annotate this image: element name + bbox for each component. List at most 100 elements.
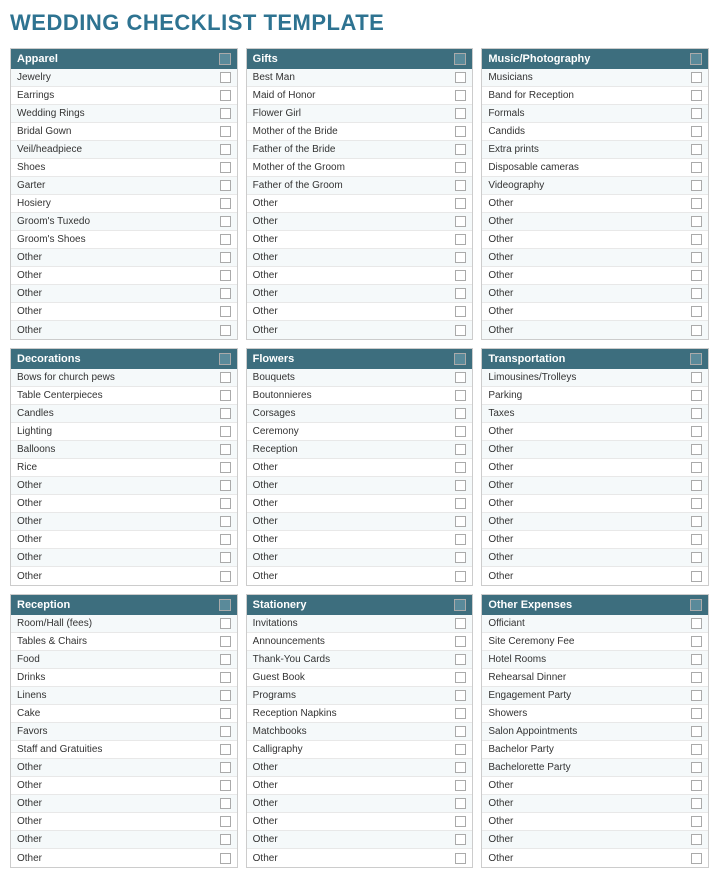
row-checkbox[interactable] — [455, 325, 466, 336]
row-checkbox[interactable] — [220, 816, 231, 827]
row-checkbox[interactable] — [455, 162, 466, 173]
row-checkbox[interactable] — [691, 72, 702, 83]
row-checkbox[interactable] — [220, 762, 231, 773]
row-checkbox[interactable] — [455, 744, 466, 755]
row-checkbox[interactable] — [691, 306, 702, 317]
row-checkbox[interactable] — [691, 853, 702, 864]
row-checkbox[interactable] — [691, 480, 702, 491]
row-checkbox[interactable] — [691, 654, 702, 665]
row-checkbox[interactable] — [455, 853, 466, 864]
row-checkbox[interactable] — [455, 144, 466, 155]
row-checkbox[interactable] — [220, 426, 231, 437]
row-checkbox[interactable] — [220, 798, 231, 809]
row-checkbox[interactable] — [455, 780, 466, 791]
row-checkbox[interactable] — [220, 108, 231, 119]
row-checkbox[interactable] — [220, 516, 231, 527]
row-checkbox[interactable] — [691, 234, 702, 245]
row-checkbox[interactable] — [691, 672, 702, 683]
section-checkbox-header-gifts[interactable] — [454, 53, 466, 65]
row-checkbox[interactable] — [220, 552, 231, 563]
row-checkbox[interactable] — [691, 426, 702, 437]
row-checkbox[interactable] — [220, 90, 231, 101]
row-checkbox[interactable] — [691, 408, 702, 419]
row-checkbox[interactable] — [455, 462, 466, 473]
row-checkbox[interactable] — [691, 726, 702, 737]
row-checkbox[interactable] — [220, 636, 231, 647]
row-checkbox[interactable] — [220, 654, 231, 665]
row-checkbox[interactable] — [691, 552, 702, 563]
row-checkbox[interactable] — [220, 690, 231, 701]
row-checkbox[interactable] — [220, 288, 231, 299]
row-checkbox[interactable] — [220, 144, 231, 155]
row-checkbox[interactable] — [691, 90, 702, 101]
row-checkbox[interactable] — [220, 198, 231, 209]
row-checkbox[interactable] — [220, 390, 231, 401]
row-checkbox[interactable] — [691, 498, 702, 509]
row-checkbox[interactable] — [220, 72, 231, 83]
row-checkbox[interactable] — [455, 216, 466, 227]
row-checkbox[interactable] — [455, 618, 466, 629]
row-checkbox[interactable] — [691, 834, 702, 845]
row-checkbox[interactable] — [455, 180, 466, 191]
row-checkbox[interactable] — [220, 498, 231, 509]
row-checkbox[interactable] — [691, 390, 702, 401]
row-checkbox[interactable] — [220, 306, 231, 317]
row-checkbox[interactable] — [455, 270, 466, 281]
row-checkbox[interactable] — [220, 672, 231, 683]
row-checkbox[interactable] — [691, 288, 702, 299]
row-checkbox[interactable] — [455, 762, 466, 773]
row-checkbox[interactable] — [220, 571, 231, 582]
row-checkbox[interactable] — [691, 516, 702, 527]
row-checkbox[interactable] — [455, 798, 466, 809]
row-checkbox[interactable] — [691, 798, 702, 809]
row-checkbox[interactable] — [691, 198, 702, 209]
row-checkbox[interactable] — [691, 180, 702, 191]
row-checkbox[interactable] — [691, 690, 702, 701]
row-checkbox[interactable] — [691, 534, 702, 545]
row-checkbox[interactable] — [220, 834, 231, 845]
section-checkbox-header-decorations[interactable] — [219, 353, 231, 365]
row-checkbox[interactable] — [455, 234, 466, 245]
row-checkbox[interactable] — [220, 534, 231, 545]
row-checkbox[interactable] — [455, 444, 466, 455]
section-checkbox-header-stationery[interactable] — [454, 599, 466, 611]
row-checkbox[interactable] — [455, 654, 466, 665]
row-checkbox[interactable] — [220, 480, 231, 491]
row-checkbox[interactable] — [691, 444, 702, 455]
row-checkbox[interactable] — [220, 126, 231, 137]
row-checkbox[interactable] — [220, 180, 231, 191]
section-checkbox-header-other-expenses[interactable] — [690, 599, 702, 611]
row-checkbox[interactable] — [691, 126, 702, 137]
row-checkbox[interactable] — [455, 90, 466, 101]
section-checkbox-header-reception[interactable] — [219, 599, 231, 611]
section-checkbox-header-flowers[interactable] — [454, 353, 466, 365]
section-checkbox-header-music-photography[interactable] — [690, 53, 702, 65]
row-checkbox[interactable] — [220, 618, 231, 629]
row-checkbox[interactable] — [220, 462, 231, 473]
row-checkbox[interactable] — [455, 408, 466, 419]
row-checkbox[interactable] — [220, 726, 231, 737]
row-checkbox[interactable] — [691, 571, 702, 582]
row-checkbox[interactable] — [691, 144, 702, 155]
row-checkbox[interactable] — [691, 816, 702, 827]
row-checkbox[interactable] — [691, 708, 702, 719]
row-checkbox[interactable] — [220, 444, 231, 455]
row-checkbox[interactable] — [220, 252, 231, 263]
row-checkbox[interactable] — [220, 162, 231, 173]
row-checkbox[interactable] — [455, 690, 466, 701]
row-checkbox[interactable] — [455, 108, 466, 119]
row-checkbox[interactable] — [455, 426, 466, 437]
row-checkbox[interactable] — [455, 198, 466, 209]
row-checkbox[interactable] — [455, 834, 466, 845]
section-checkbox-header-apparel[interactable] — [219, 53, 231, 65]
row-checkbox[interactable] — [220, 853, 231, 864]
row-checkbox[interactable] — [691, 162, 702, 173]
row-checkbox[interactable] — [220, 780, 231, 791]
row-checkbox[interactable] — [455, 672, 466, 683]
row-checkbox[interactable] — [455, 126, 466, 137]
row-checkbox[interactable] — [691, 780, 702, 791]
row-checkbox[interactable] — [691, 762, 702, 773]
row-checkbox[interactable] — [455, 636, 466, 647]
row-checkbox[interactable] — [455, 372, 466, 383]
row-checkbox[interactable] — [455, 252, 466, 263]
